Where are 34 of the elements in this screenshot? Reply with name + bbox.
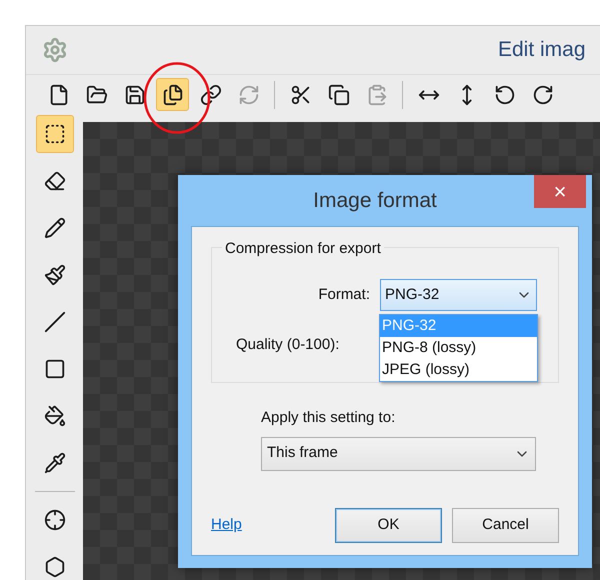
help-link[interactable]: Help (211, 514, 242, 536)
tool-button[interactable] (36, 115, 74, 153)
gear-icon (42, 37, 68, 63)
dialog-button[interactable]: Cancel (452, 508, 559, 542)
folder-icon (86, 84, 108, 106)
window-title: Edit imag (498, 37, 586, 63)
format-label: Format: (317, 284, 370, 305)
toolbar-button[interactable] (156, 78, 189, 111)
dialog-title: Image format (313, 188, 437, 214)
apply-label: Apply this setting to: (261, 408, 396, 428)
rectangle-icon (44, 358, 66, 380)
pencil-icon (44, 217, 66, 239)
format-dropdown[interactable]: PNG-32 (380, 279, 537, 311)
rotate-right-icon (532, 84, 554, 106)
dialog-button[interactable]: OK (335, 508, 442, 542)
close-button[interactable]: × (534, 175, 586, 208)
scissors-icon (290, 84, 312, 106)
quality-label: Quality (0-100): (236, 335, 340, 355)
rotate-left-icon (494, 84, 516, 106)
eyedropper-icon (44, 452, 66, 474)
polygon-icon (44, 556, 66, 578)
apply-dropdown[interactable]: This frame (261, 436, 536, 470)
copy-icon (328, 84, 350, 106)
crosshair-icon (44, 509, 66, 531)
format-option[interactable]: JPEG (lossy) (380, 359, 537, 381)
brush-icon (44, 264, 66, 286)
format-option[interactable]: PNG-8 (lossy) (380, 337, 537, 359)
refresh-icon (238, 84, 260, 106)
selection-icon (44, 123, 66, 145)
line-icon (44, 311, 66, 333)
save-icon (124, 84, 146, 106)
paint-bucket-icon (44, 405, 66, 427)
eraser-icon (44, 170, 66, 192)
link-icon (200, 84, 222, 106)
